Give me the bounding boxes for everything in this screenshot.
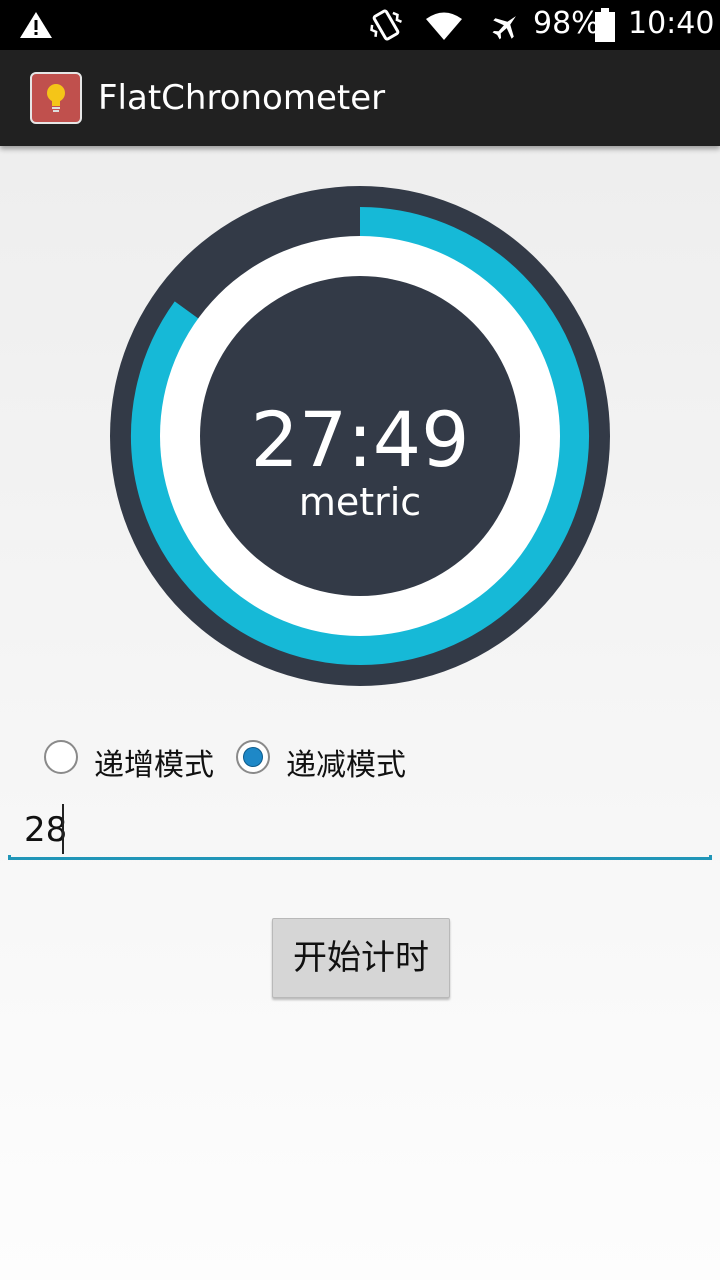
battery-percent: 98% — [533, 6, 600, 41]
radio-decrement-label[interactable]: 递减模式 — [286, 740, 406, 784]
wifi-icon — [426, 12, 462, 40]
alert-icon — [20, 12, 52, 38]
radio-decrement[interactable] — [236, 740, 270, 774]
radio-increment-label[interactable]: 递增模式 — [94, 740, 214, 784]
timer-unit: metric — [298, 480, 422, 524]
clock: 10:40 — [628, 6, 715, 41]
vibrate-icon — [370, 9, 402, 41]
status-bar: 98% 10:40 — [0, 0, 720, 50]
app-title: FlatChronometer — [98, 78, 386, 118]
airplane-icon — [492, 16, 516, 40]
lightbulb-icon — [30, 72, 82, 124]
input-underline — [8, 855, 712, 860]
battery-icon — [595, 8, 615, 42]
app-bar: FlatChronometer — [0, 50, 720, 146]
start-timer-button[interactable]: 开始计时 — [272, 918, 450, 998]
radio-increment[interactable] — [44, 740, 78, 774]
minutes-input-value[interactable]: 28 — [24, 810, 67, 850]
timer-time: 27:49 — [250, 395, 470, 484]
text-cursor — [62, 804, 64, 854]
